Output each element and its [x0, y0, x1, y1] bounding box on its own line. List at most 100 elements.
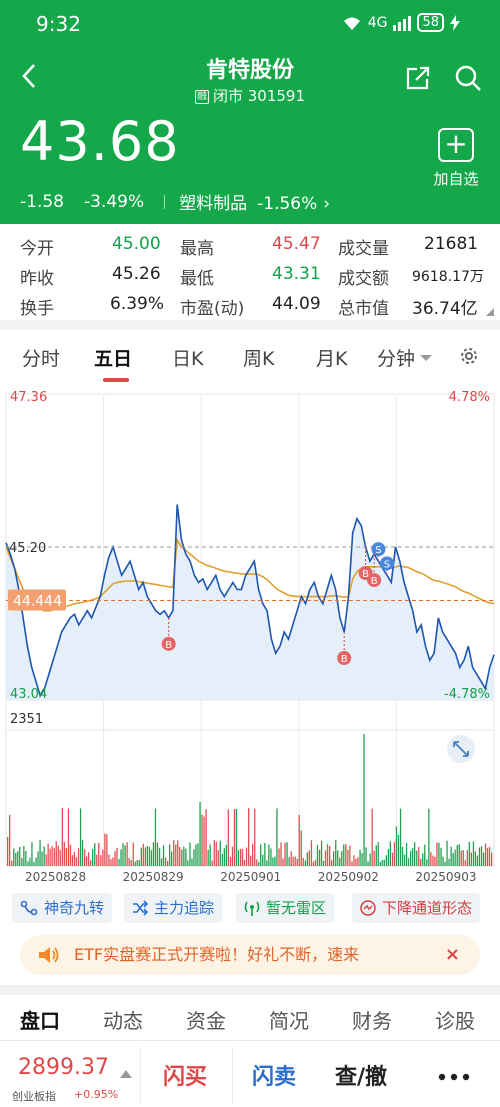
tab-five-day[interactable]: 五日 [94, 344, 132, 371]
prev-close-label: 昨收 [20, 269, 54, 289]
status-time: 9:32 [36, 12, 81, 36]
volume-bar [296, 858, 298, 866]
mcap-value: 36.74亿 [412, 299, 478, 319]
tab-intraday[interactable]: 分时 [22, 344, 60, 371]
tab-minute[interactable]: 分钟 [377, 344, 433, 371]
volume-bar [203, 816, 205, 866]
trade-mark-label: B [371, 576, 378, 587]
volume-bar [112, 857, 114, 866]
tab-news[interactable]: 动态 [103, 1005, 143, 1034]
tab-financials[interactable]: 财务 [352, 1005, 392, 1034]
signal-down-channel[interactable]: 下降通道形态 [352, 893, 481, 923]
sector-link[interactable]: 塑料制品 -1.56% › [179, 189, 330, 214]
volume-bar [187, 860, 189, 866]
volume-bar [41, 851, 43, 866]
volume-bar [298, 815, 300, 866]
volume-bar [171, 851, 173, 866]
more-icon[interactable] [438, 1073, 470, 1081]
tab-daily-k[interactable]: 日K [172, 344, 203, 371]
change-row: -1.58 -3.49% 塑料制品 -1.56% › [20, 189, 330, 215]
fullscreen-toggle[interactable] [447, 735, 475, 763]
tab-profile[interactable]: 简况 [269, 1005, 309, 1034]
tab-monthly-k[interactable]: 月K [316, 344, 347, 371]
volume-bar [201, 814, 203, 866]
flash-buy-button[interactable]: 闪买 [163, 1059, 207, 1091]
signal-down-channel-label: 下降通道形态 [382, 899, 473, 917]
volume-bar [67, 808, 70, 866]
volume-bar [134, 861, 136, 866]
flash-sell-button[interactable]: 闪卖 [252, 1059, 296, 1091]
volume-bar [292, 856, 294, 866]
signal-no-risk[interactable]: 暂无雷区 [236, 893, 335, 923]
index-value: 2899.37 [18, 1055, 109, 1080]
volume-bar [31, 842, 33, 866]
chart-settings-icon[interactable] [458, 345, 480, 367]
volume-bar [268, 844, 270, 866]
volume-bar [169, 844, 171, 866]
tab-diagnosis[interactable]: 诊股 [435, 1005, 475, 1034]
volume-bar [245, 847, 248, 866]
tab-order-book[interactable]: 盘口 [20, 1005, 60, 1034]
volume-bar [185, 848, 187, 866]
volume-bar [191, 858, 193, 866]
tab-funds[interactable]: 资金 [186, 1005, 226, 1034]
search-icon[interactable] [454, 64, 482, 92]
section-gap [0, 985, 500, 995]
signal-main-force[interactable]: 主力追踪 [124, 893, 223, 923]
volume-bar [35, 857, 37, 866]
query-cancel-button[interactable]: 查/撤 [335, 1059, 387, 1091]
close-icon[interactable]: × [445, 935, 460, 975]
mcap-label: 总市值 [338, 299, 389, 319]
pe-value: 44.09 [272, 294, 321, 314]
volume-value: 21681 [424, 234, 479, 254]
promo-banner[interactable]: ETF实盘赛正式开赛啦！好礼不断，速来 × [20, 935, 480, 975]
volume-bar [167, 860, 169, 866]
share-icon[interactable] [404, 64, 432, 92]
volume-bar [33, 861, 35, 866]
five-day-chart[interactable]: 44.444 45.20 47.36 4.78% 43.04 -4.78% BB… [0, 382, 500, 887]
volume-bar [290, 851, 292, 866]
sector-pct: -1.56% [257, 194, 318, 214]
volume-bar [227, 809, 229, 866]
volume-bar [270, 848, 272, 866]
volume-bar [355, 858, 357, 866]
volume-bar [426, 859, 428, 866]
volume-bar [100, 855, 102, 866]
volume-bar [250, 855, 252, 866]
market-status-code: 闭市 301591 [212, 87, 306, 105]
volume-bar [363, 734, 365, 866]
add-watchlist-button[interactable]: + 加自选 [430, 128, 482, 189]
volume-bar [43, 846, 45, 866]
volume-bar [158, 847, 161, 866]
volume-bar [233, 809, 236, 866]
volume-bar [460, 850, 462, 866]
volume-bar [432, 855, 434, 866]
signal-magic-nine[interactable]: 神奇九转 [12, 893, 113, 923]
turnover-label: 换手 [20, 299, 54, 319]
volume-bar [468, 842, 470, 866]
tab-weekly-k[interactable]: 周K [243, 344, 274, 371]
volume-bar [377, 842, 379, 866]
volume-bar [397, 834, 400, 866]
volume-bar [162, 845, 165, 866]
volume-bar [347, 849, 349, 866]
bottom-action-bar: 2899.37 创业板指 +0.95% 闪买 闪卖 查/撤 [0, 1040, 500, 1107]
volume-bar [310, 840, 313, 866]
volume-bar [373, 850, 375, 866]
volume-bar [49, 848, 51, 866]
volume-bar [144, 847, 146, 866]
index-change: +0.95% [74, 1088, 119, 1101]
volume-bar [304, 860, 306, 866]
reference-price-label: 45.20 [9, 541, 46, 556]
volume-bar [225, 844, 227, 866]
volume-bar [466, 850, 468, 866]
volume-bar [7, 837, 9, 866]
volume-bar [239, 849, 242, 866]
volume-bar [25, 851, 27, 866]
volume-bar [53, 848, 55, 866]
expand-corner-icon[interactable] [486, 308, 494, 316]
volume-bar [94, 843, 96, 866]
volume-bar [387, 849, 389, 866]
volume-bar [45, 854, 47, 866]
high-value: 45.47 [272, 234, 321, 254]
